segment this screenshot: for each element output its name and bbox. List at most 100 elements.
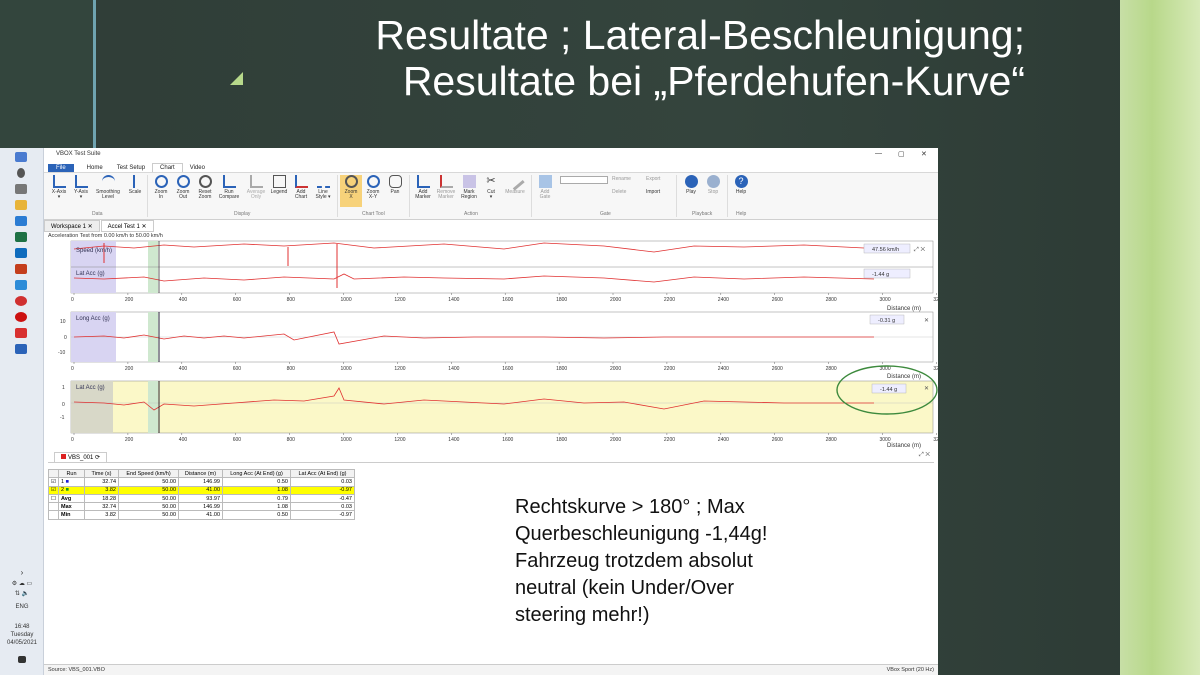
table-row: Max 32.74 50.00 146.99 1.08 0.03 (48, 502, 355, 512)
col-end-speed: End Speed (km/h) (118, 468, 179, 479)
row-checkbox[interactable]: ☑ (48, 485, 59, 495)
x-axis-ticks-2: 0 200 400 600 800 1000 1200 1400 1600 1800 2000 220… (71, 362, 938, 372)
excel-icon[interactable] (15, 232, 27, 242)
x-axis-ticks-3: 0 200 400 600 800 1000 1200 1400 1600 1800 2000 220… (71, 433, 938, 443)
file-explorer-icon[interactable] (15, 200, 27, 210)
x-tick-label: 400 (179, 297, 188, 303)
x-tick-label: 2800 (826, 366, 837, 372)
x-tick-label: 3200 (933, 297, 938, 303)
x-tick-label: 400 (179, 437, 188, 443)
x-tick-label: 200 (125, 366, 134, 372)
expand-icon[interactable]: ⤢ ✕ (914, 246, 925, 253)
x-tick-label: 3200 (933, 437, 938, 443)
language-indicator[interactable]: ENG (0, 604, 44, 610)
note-line-4: neutral (kein Under/Over (515, 577, 734, 599)
tray-icons[interactable]: ⚙ ☁ ▭ (0, 580, 44, 587)
file-icon (61, 454, 66, 459)
x-tick-label: 1800 (556, 297, 567, 303)
x-tick-label: 400 (179, 366, 188, 372)
col-time: Time (s) (84, 468, 119, 479)
readout-long-acc: -0.31 g (878, 318, 895, 324)
row-checkbox[interactable]: ☐ (48, 493, 59, 504)
chart-label-long-acc: Long Acc (g) (76, 316, 110, 322)
task-view-icon[interactable] (15, 184, 27, 194)
runs-table: Run Time (s) End Speed (km/h) Distance (… (48, 468, 355, 520)
opera-icon[interactable] (15, 312, 27, 322)
slide-left-accent (0, 0, 96, 150)
windows-start-icon[interactable] (15, 152, 27, 162)
slide-title-line-2: Resultate bei „Pferdehufen-Kurve“ (402, 58, 1025, 104)
app-icon[interactable] (15, 328, 27, 338)
x-tick-label: 1200 (394, 297, 405, 303)
windows-taskbar: › ⚙ ☁ ▭ ⇅ 🔈 ENG 16:48 Tuesday 04/05/2021 (0, 148, 44, 675)
slide-title: Resultate ; Lateral-Beschleunigung; Resu… (375, 12, 1025, 104)
x-tick-label: 600 (233, 297, 242, 303)
col-run: Run (58, 468, 85, 479)
x-axis-label-1: Distance (m) (887, 306, 921, 312)
close-chart-icon[interactable]: ✕ (924, 386, 929, 392)
table-row: Min 3.82 50.00 41.00 0.50 -0.97 (48, 510, 355, 520)
x-tick-label: 2600 (772, 366, 783, 372)
slide-right-decoration (1120, 0, 1200, 675)
col-long-acc: Long Acc (At End) (g) (222, 468, 291, 479)
run-file-tab[interactable]: VBS_001 ⟳ (54, 452, 108, 462)
x-tick-label: 3200 (933, 366, 938, 372)
x-tick-label: 2000 (610, 437, 621, 443)
slide-annotation: Rechtskurve > 180° ; Max Querbeschleunig… (515, 494, 845, 629)
x-axis-label-2: Distance (m) (887, 374, 921, 380)
col-lat-acc: Lat Acc (At End) (g) (290, 468, 355, 479)
slide-title-line-1: Resultate ; Lateral-Beschleunigung; (375, 12, 1025, 58)
x-tick-label: 1000 (341, 366, 352, 372)
x-tick-label: 600 (233, 437, 242, 443)
note-line-2: Querbeschleunigung -1,44g! (515, 523, 768, 545)
x-tick-label: 3000 (880, 366, 891, 372)
note-line-5: steering mehr!) (515, 604, 650, 626)
search-icon[interactable] (17, 168, 25, 178)
readout-lat-acc-top: -1.44 g (872, 272, 889, 278)
outlook-icon[interactable] (15, 248, 27, 258)
x-tick-label: 2400 (718, 366, 729, 372)
readout-lat-acc: -1.44 g (880, 387, 897, 393)
run-tab-row: VBS_001 ⟳ ⤢ ✕ (48, 451, 934, 463)
close-chart-icon[interactable]: ✕ (924, 318, 929, 324)
table-header-row: Run Time (s) End Speed (km/h) Distance (… (48, 468, 355, 479)
x-tick-label: 2800 (826, 297, 837, 303)
col-distance: Distance (m) (178, 468, 223, 479)
chrome-icon[interactable] (15, 296, 27, 306)
expand-close-icons[interactable]: ⤢ ✕ (919, 452, 930, 459)
vbox-app-icon[interactable] (15, 344, 27, 354)
readout-speed: 47.56 km/h (872, 247, 899, 253)
y-tick-lat-2: 0 (62, 402, 65, 408)
x-tick-label: 2200 (664, 297, 675, 303)
x-tick-label: 1000 (341, 297, 352, 303)
x-tick-label: 0 (71, 366, 74, 372)
chart-label-lat-acc-top: Lat Acc (g) (76, 271, 105, 277)
powerpoint-icon[interactable] (15, 264, 27, 274)
edge-icon[interactable] (15, 216, 27, 226)
x-tick-label: 1600 (502, 297, 513, 303)
status-device: VBox Sport (20 Hz) (886, 667, 934, 673)
x-tick-label: 2200 (664, 366, 675, 372)
row-checkbox[interactable]: ☑ (48, 477, 59, 487)
table-row: ☑ 1 ■ 32.74 50.00 146.99 0.50 0.03 (48, 477, 355, 487)
network-volume-icon[interactable]: ⇅ 🔈 (0, 590, 44, 597)
clock-day: Tuesday (10, 632, 34, 638)
y-tick-lat-3: -1 (60, 415, 65, 421)
y-tick-long-2: 0 (64, 335, 67, 341)
teams-icon[interactable] (15, 280, 27, 290)
slide-corner-marker (230, 72, 243, 85)
chevron-right-icon[interactable]: › (0, 568, 44, 577)
notification-icon[interactable] (18, 656, 26, 663)
table-row: ☐ Avg 18.28 50.00 93.97 0.79 -0.47 (48, 493, 355, 504)
x-tick-label: 1200 (394, 437, 405, 443)
x-tick-label: 200 (125, 437, 134, 443)
x-tick-label: 0 (71, 437, 74, 443)
x-tick-label: 1800 (556, 366, 567, 372)
chart-area[interactable]: Speed (km/h) Lat Acc (g) 47.56 km/h -1.4… (44, 148, 938, 453)
y-tick-long-1: 10 (60, 319, 66, 325)
x-tick-label: 2000 (610, 297, 621, 303)
status-bar: Source: VBS_001.VBO VBox Sport (20 Hz) (44, 664, 938, 675)
x-tick-label: 1400 (448, 366, 459, 372)
x-tick-label: 2400 (718, 297, 729, 303)
clock-time[interactable]: 16:48 (0, 624, 44, 630)
